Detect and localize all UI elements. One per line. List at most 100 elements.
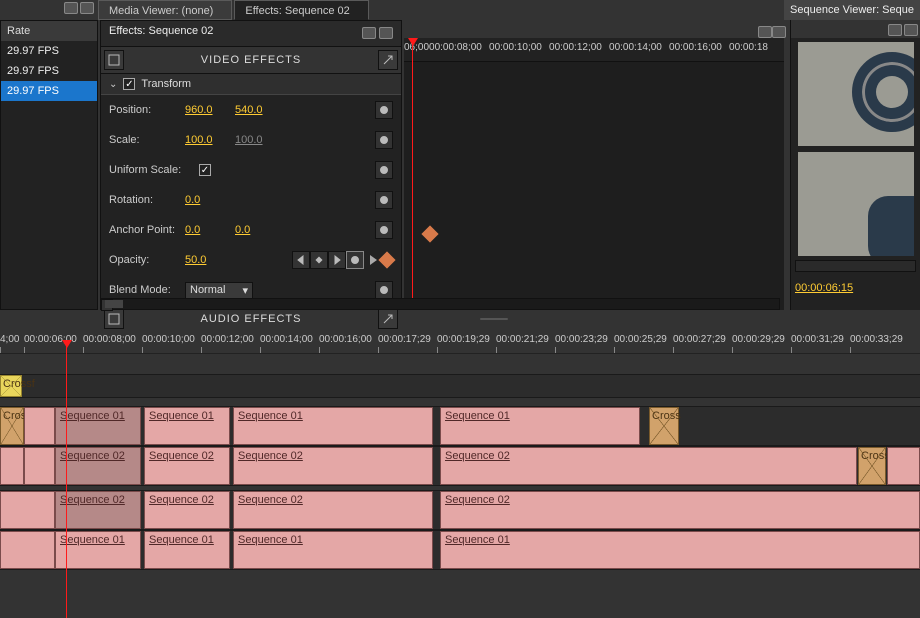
clip[interactable]: Sequence 01 <box>55 407 141 445</box>
clip[interactable]: Sequence 02 <box>55 447 141 485</box>
tab-effects-label: Effects: Sequence 02 <box>245 5 349 17</box>
crossfade-clip[interactable]: Crossf <box>0 375 22 397</box>
tl-tick: 00:00:29;29 <box>732 330 791 353</box>
clip[interactable]: Sequence 02 <box>144 491 230 529</box>
tl-tick: 00:00:33;29 <box>850 330 909 353</box>
track-row[interactable]: Cross Sequence 01 Sequence 01 Sequence 0… <box>0 406 920 446</box>
panel-divider-handle[interactable] <box>480 318 530 324</box>
transform-label: Transform <box>141 78 191 90</box>
fx-keyframe-area[interactable] <box>404 62 784 310</box>
clip[interactable]: Sequence 02 <box>55 491 141 529</box>
tab-effects[interactable]: Effects: Sequence 02 <box>234 0 368 20</box>
timeline-panel: 4;00 00:00:06;00 00:00:08;00 00:00:10;00… <box>0 330 920 618</box>
effect-enable-checkbox[interactable] <box>123 78 135 90</box>
add-video-effect-icon[interactable] <box>104 50 124 70</box>
fx-playhead[interactable] <box>412 38 413 310</box>
uniform-scale-checkbox[interactable] <box>199 164 211 176</box>
fx-panel-close-icon[interactable] <box>772 26 786 38</box>
clip[interactable]: Sequence 01 <box>233 407 433 445</box>
timeline-playhead[interactable] <box>66 340 67 618</box>
clip[interactable]: Sequence 01 <box>233 531 433 569</box>
rate-panel-close-icon[interactable] <box>80 2 94 14</box>
track-row[interactable]: Sequence 02 Sequence 02 Sequence 02 Sequ… <box>0 490 920 530</box>
position-y-value[interactable]: 540.0 <box>235 104 285 116</box>
scale-label: Scale: <box>109 134 185 146</box>
opacity-keyframe-diamond[interactable] <box>422 226 439 243</box>
fx-panel-min-icon[interactable] <box>758 26 772 38</box>
effects-panel-min-icon[interactable] <box>362 27 376 39</box>
clip[interactable]: Sequence 01 <box>144 407 230 445</box>
scale-keyframe-button[interactable] <box>375 131 393 149</box>
clip[interactable]: Sequence 02 <box>233 491 433 529</box>
clip[interactable]: Sequence 02 <box>233 447 433 485</box>
tl-tick: 00:00:25;29 <box>614 330 673 353</box>
tl-tick: 00:00:17;29 <box>378 330 437 353</box>
opacity-value[interactable]: 50.0 <box>185 254 235 266</box>
prev-keyframe-button[interactable] <box>292 251 310 269</box>
scale-x-value[interactable]: 100.0 <box>185 134 235 146</box>
video-effect-reorder-icon[interactable] <box>378 50 398 70</box>
opacity-keyframe-button[interactable] <box>346 251 364 269</box>
clip[interactable]: Sequence 01 <box>24 407 55 445</box>
blend-mode-value: Normal <box>190 284 225 296</box>
effects-hscroll[interactable] <box>100 298 780 310</box>
anchor-keyframe-button[interactable] <box>375 221 393 239</box>
tl-tick: 00:00:14;00 <box>260 330 319 353</box>
uniform-scale-label: Uniform Scale: <box>109 164 199 176</box>
crossfade-clip[interactable]: Cross <box>0 407 24 445</box>
crossfade-clip[interactable]: Cross <box>858 447 886 485</box>
rate-panel-min-icon[interactable] <box>64 2 78 14</box>
audio-effects-title: AUDIO EFFECTS <box>125 313 377 325</box>
collapse-icon: ⌄ <box>109 79 117 90</box>
clip[interactable]: Sequence 02 <box>440 447 857 485</box>
track-row[interactable]: Sequence 01 Sequence 01 Sequence 01 Sequ… <box>0 530 920 570</box>
tl-tick: 00:00:12;00 <box>201 330 260 353</box>
rotation-value[interactable]: 0.0 <box>185 194 235 206</box>
clip[interactable]: Sequence 01 <box>55 531 141 569</box>
anchor-x-value[interactable]: 0.0 <box>185 224 235 236</box>
tab-sequence-viewer[interactable]: Sequence Viewer: Seque <box>784 0 920 20</box>
anchor-y-value[interactable]: 0.0 <box>235 224 285 236</box>
crossfade-clip[interactable]: Cross <box>649 407 679 445</box>
timeline-ruler[interactable]: 4;00 00:00:06;00 00:00:08;00 00:00:10;00… <box>0 330 920 354</box>
clip[interactable]: Sequence 01 <box>440 407 640 445</box>
clip[interactable]: Sequence 01 <box>144 531 230 569</box>
blend-keyframe-button[interactable] <box>375 281 393 299</box>
viewer-hscroll[interactable] <box>795 260 916 272</box>
fx-tick: 00:00:10;00 <box>489 38 549 61</box>
track-row[interactable]: Crossf <box>0 374 920 398</box>
clip[interactable]: Sequence 02 <box>440 491 920 529</box>
add-remove-keyframe-button[interactable] <box>310 251 328 269</box>
clip[interactable] <box>0 447 24 485</box>
clip[interactable]: Sequence 02 <box>144 447 230 485</box>
clip[interactable]: Sequence 01 <box>440 531 920 569</box>
tl-tick: 00:00:16;00 <box>319 330 378 353</box>
viewer-close-icon[interactable] <box>904 24 918 36</box>
tl-tick: 00:00:10;00 <box>142 330 201 353</box>
clip[interactable] <box>887 447 920 485</box>
track-row[interactable]: Sequence 02 Sequence 02 Sequence 02 Sequ… <box>0 446 920 486</box>
transform-section-header[interactable]: ⌄ Transform <box>101 74 401 95</box>
clip[interactable]: Sequence 01 <box>0 531 55 569</box>
audio-effect-reorder-icon[interactable] <box>378 309 398 329</box>
rate-row[interactable]: 29.97 FPS <box>1 61 97 81</box>
effects-panel-close-icon[interactable] <box>379 27 393 39</box>
effects-panel: Effects: Sequence 02 VIDEO EFFECTS ⌄ Tra… <box>100 20 402 310</box>
position-x-value[interactable]: 960.0 <box>185 104 235 116</box>
clip[interactable]: Sequence 02 <box>24 447 55 485</box>
viewer-timecode[interactable]: 00:00:06;15 <box>791 274 920 302</box>
add-audio-effect-icon[interactable] <box>104 309 124 329</box>
next-keyframe-button[interactable] <box>328 251 346 269</box>
blend-mode-select[interactable]: Normal ▾ <box>185 282 253 299</box>
fx-ruler[interactable]: 06;00 00:00:08;00 00:00:10;00 00:00:12;0… <box>404 38 784 62</box>
clip[interactable]: Sequence 02 <box>0 491 55 529</box>
fx-tick: 00:00:18 <box>729 38 779 61</box>
tab-media-viewer[interactable]: Media Viewer: (none) <box>98 0 232 20</box>
rotation-keyframe-button[interactable] <box>375 191 393 209</box>
rate-row-selected[interactable]: 29.97 FPS <box>1 81 97 101</box>
viewer-min-icon[interactable] <box>888 24 902 36</box>
uniform-scale-keyframe-button[interactable] <box>375 161 393 179</box>
position-keyframe-button[interactable] <box>375 101 393 119</box>
scroll-handle[interactable] <box>105 300 123 308</box>
rate-row[interactable]: 29.97 FPS <box>1 41 97 61</box>
